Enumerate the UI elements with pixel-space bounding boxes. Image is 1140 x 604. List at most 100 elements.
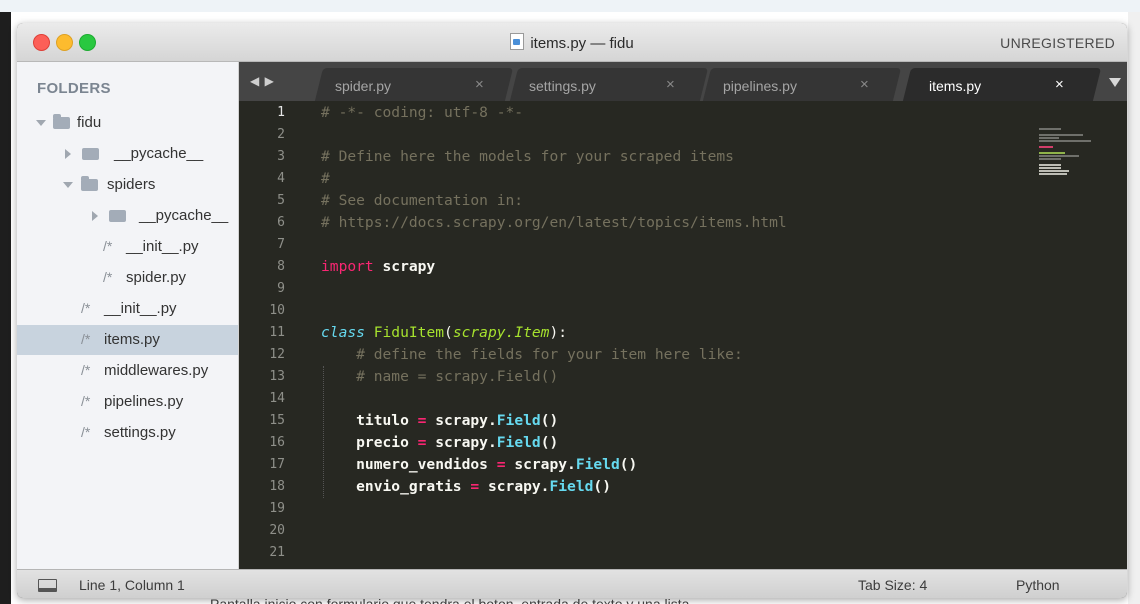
disclosure-open-icon[interactable] [63, 182, 73, 188]
code-line-6: # https://docs.scrapy.org/en/latest/topi… [321, 214, 787, 231]
tree-label: spiders [107, 176, 156, 193]
field-call: Field [496, 412, 541, 429]
field-call: Field [575, 456, 620, 473]
tree-folder-pycache-spiders[interactable]: __pycache__ [17, 201, 238, 231]
page-top-strip [0, 0, 1140, 12]
minimap-line [1039, 137, 1059, 139]
tree-label: pipelines.py [104, 393, 184, 410]
folder-icon [82, 148, 99, 160]
code-line-5: # See documentation in: [321, 192, 524, 209]
equals-operator: = [470, 478, 480, 495]
minimap[interactable] [1039, 128, 1109, 198]
tree-folder-fidu[interactable]: fidu [17, 108, 238, 138]
scrapy-ref: scrapy. [426, 412, 497, 429]
tab-label[interactable]: pipelines.py [723, 78, 797, 94]
file-mark: /* [103, 269, 113, 285]
tree-label: __init__.py [104, 300, 177, 317]
editor-window: items.py — fidu UNREGISTERED FOLDERS fid… [17, 23, 1127, 598]
minimap-line [1039, 167, 1061, 169]
line-number: 15 [269, 413, 285, 428]
tab-label[interactable]: settings.py [529, 78, 596, 94]
close-tab-icon[interactable]: × [1055, 76, 1064, 93]
minimap-line [1039, 158, 1061, 160]
line-number: 19 [269, 501, 285, 516]
line-number: 21 [269, 545, 285, 560]
close-tab-icon[interactable]: × [475, 76, 484, 93]
tree-label: __pycache__ [139, 207, 229, 224]
tree-folder-pycache[interactable]: __pycache__ [17, 139, 238, 169]
minimap-line [1039, 164, 1061, 166]
tab-size-selector[interactable]: Tab Size: 4 [858, 577, 927, 593]
line-number: 9 [277, 281, 285, 296]
keyword-class: class [321, 324, 365, 341]
code-line-17: numero_vendidos = scrapy.Field() [321, 456, 637, 478]
code-line-11: class FiduItem(scrapy.Item): [321, 324, 567, 346]
close-tab-icon[interactable]: × [860, 76, 869, 93]
folder-open-icon [53, 114, 70, 129]
chevron-down-icon[interactable] [1109, 78, 1121, 87]
line-number: 1 [277, 105, 285, 120]
line-number: 18 [269, 479, 285, 494]
code-line-18: envio_gratis = scrapy.Field() [321, 478, 611, 500]
line-number: 4 [277, 171, 285, 186]
code-editor[interactable]: 1 2 3 4 5 6 7 8 9 10 11 12 13 14 15 16 1… [239, 101, 1127, 569]
tree-file-spider[interactable]: /* spider.py [17, 263, 238, 293]
line-number: 5 [277, 193, 285, 208]
file-mark: /* [81, 331, 91, 347]
disclosure-open-icon[interactable] [36, 120, 46, 126]
tree-label: __pycache__ [114, 145, 204, 162]
sidebar-header: FOLDERS [37, 80, 111, 97]
tree-label: __init__.py [126, 238, 199, 255]
background-dark-edge [0, 12, 11, 604]
minimap-line [1039, 155, 1079, 157]
tree-file-spiders-init[interactable]: /* __init__.py [17, 232, 238, 262]
line-number: 13 [269, 369, 285, 384]
line-number: 12 [269, 347, 285, 362]
tree-file-items[interactable]: /* items.py [17, 325, 238, 355]
folder-open-icon [81, 176, 98, 191]
field-name: numero_vendidos [321, 456, 497, 473]
paren-open: ( [444, 324, 453, 341]
code-line-1: # -*- coding: utf-8 -*- [321, 104, 524, 121]
parens: () [619, 456, 638, 473]
parens: () [540, 412, 559, 429]
tree-file-settings[interactable]: /* settings.py [17, 418, 238, 448]
code-line-8: import scrapy [321, 258, 435, 280]
tree-label: spider.py [126, 269, 187, 286]
module-name: scrapy [373, 258, 436, 275]
syntax-selector[interactable]: Python [1016, 577, 1060, 593]
line-number: 3 [277, 149, 285, 164]
code-line-12: # define the fields for your item here l… [321, 346, 743, 363]
line-number: 11 [269, 325, 285, 340]
minimap-line [1039, 152, 1065, 154]
title-bar[interactable]: items.py — fidu UNREGISTERED [17, 23, 1127, 62]
parens: () [540, 434, 559, 451]
field-name: titulo [321, 412, 418, 429]
line-number: 8 [277, 259, 285, 274]
file-mark: /* [81, 362, 91, 378]
line-number: 17 [269, 457, 285, 472]
line-number-gutter: 1 2 3 4 5 6 7 8 9 10 11 12 13 14 15 16 1… [239, 101, 301, 569]
line-number: 14 [269, 391, 285, 406]
tree-label: settings.py [104, 424, 176, 441]
line-number: 20 [269, 523, 285, 538]
scrapy-ref: scrapy. [479, 478, 550, 495]
tree-file-middlewares[interactable]: /* middlewares.py [17, 356, 238, 386]
tree-file-pipelines[interactable]: /* pipelines.py [17, 387, 238, 417]
disclosure-closed-icon[interactable] [65, 149, 71, 159]
tab-label[interactable]: spider.py [335, 78, 391, 94]
window-title-text: items.py — fidu [530, 35, 634, 52]
file-mark: /* [81, 424, 91, 440]
disclosure-closed-icon[interactable] [92, 211, 98, 221]
window-title: items.py — fidu [17, 33, 1127, 52]
keyword-import: import [321, 258, 374, 275]
tree-file-init[interactable]: /* __init__.py [17, 294, 238, 324]
tab-nav-arrows[interactable]: ◀ ▶ [250, 74, 275, 88]
tree-folder-spiders[interactable]: spiders [17, 170, 238, 200]
tab-label[interactable]: items.py [929, 78, 981, 94]
close-tab-icon[interactable]: × [666, 76, 675, 93]
code-line-15: titulo = scrapy.Field() [321, 412, 558, 434]
minimap-line [1039, 146, 1053, 148]
field-name: envio_gratis [321, 478, 471, 495]
panel-toggle-icon[interactable] [38, 579, 57, 592]
